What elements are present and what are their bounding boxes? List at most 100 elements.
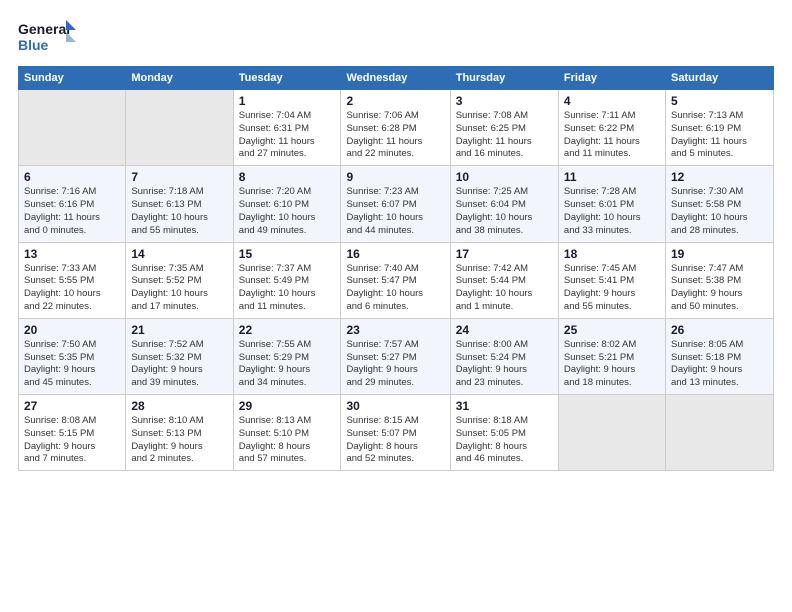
day-info: Sunrise: 7:11 AM Sunset: 6:22 PM Dayligh… — [564, 110, 660, 161]
day-number: 17 — [456, 247, 553, 261]
day-info: Sunrise: 8:00 AM Sunset: 5:24 PM Dayligh… — [456, 339, 553, 390]
day-number: 26 — [671, 323, 768, 337]
calendar-cell — [126, 90, 233, 166]
day-number: 21 — [131, 323, 227, 337]
weekday-header-row: SundayMondayTuesdayWednesdayThursdayFrid… — [19, 67, 774, 90]
calendar-cell: 22 Sunrise: 7:55 AM Sunset: 5:29 PM Dayli… — [233, 318, 341, 394]
calendar-cell: 21 Sunrise: 7:52 AM Sunset: 5:32 PM Dayli… — [126, 318, 233, 394]
calendar-cell: 19 Sunrise: 7:47 AM Sunset: 5:38 PM Dayli… — [665, 242, 773, 318]
day-number: 28 — [131, 399, 227, 413]
calendar-cell: 18Sunrise: 7:45 AM Sunset: 5:41 PM Dayli… — [558, 242, 665, 318]
weekday-header-thursday: Thursday — [450, 67, 558, 90]
calendar-cell — [558, 395, 665, 471]
svg-text:General: General — [18, 21, 70, 37]
day-number: 31 — [456, 399, 553, 413]
calendar-cell: 28Sunrise: 8:10 AM Sunset: 5:13 PM Dayli… — [126, 395, 233, 471]
day-info: Sunrise: 8:18 AM Sunset: 5:05 PM Dayligh… — [456, 415, 553, 466]
day-number: 10 — [456, 170, 553, 184]
day-number: 15 — [239, 247, 336, 261]
day-info: Sunrise: 7:08 AM Sunset: 6:25 PM Dayligh… — [456, 110, 553, 161]
day-number: 27 — [24, 399, 120, 413]
calendar-cell: 27Sunrise: 8:08 AM Sunset: 5:15 PM Dayli… — [19, 395, 126, 471]
calendar-page: General Blue SundayMondayTuesdayWednesda… — [0, 0, 792, 612]
day-info: Sunrise: 7:33 AM Sunset: 5:55 PM Dayligh… — [24, 263, 120, 314]
day-number: 29 — [239, 399, 336, 413]
day-number: 9 — [346, 170, 444, 184]
calendar-cell: 31 Sunrise: 8:18 AM Sunset: 5:05 PM Dayli… — [450, 395, 558, 471]
header: General Blue — [18, 18, 774, 56]
day-info: Sunrise: 7:55 AM Sunset: 5:29 PM Dayligh… — [239, 339, 336, 390]
day-number: 23 — [346, 323, 444, 337]
week-row-3: 13 Sunrise: 7:33 AM Sunset: 5:55 PM Dayli… — [19, 242, 774, 318]
calendar-cell — [665, 395, 773, 471]
day-info: Sunrise: 8:02 AM Sunset: 5:21 PM Dayligh… — [564, 339, 660, 390]
day-number: 2 — [346, 94, 444, 108]
logo-svg: General Blue — [18, 18, 78, 56]
day-info: Sunrise: 7:52 AM Sunset: 5:32 PM Dayligh… — [131, 339, 227, 390]
day-number: 30 — [346, 399, 444, 413]
day-info: Sunrise: 7:04 AM Sunset: 6:31 PM Dayligh… — [239, 110, 336, 161]
day-number: 3 — [456, 94, 553, 108]
weekday-header-wednesday: Wednesday — [341, 67, 450, 90]
calendar-cell: 2 Sunrise: 7:06 AM Sunset: 6:28 PM Daylig… — [341, 90, 450, 166]
logo: General Blue — [18, 18, 78, 56]
day-number: 16 — [346, 247, 444, 261]
day-info: Sunrise: 7:30 AM Sunset: 5:58 PM Dayligh… — [671, 186, 768, 237]
day-number: 8 — [239, 170, 336, 184]
day-number: 13 — [24, 247, 120, 261]
day-number: 7 — [131, 170, 227, 184]
day-number: 11 — [564, 170, 660, 184]
calendar-cell: 11 Sunrise: 7:28 AM Sunset: 6:01 PM Dayli… — [558, 166, 665, 242]
day-info: Sunrise: 7:47 AM Sunset: 5:38 PM Dayligh… — [671, 263, 768, 314]
day-number: 12 — [671, 170, 768, 184]
day-info: Sunrise: 8:13 AM Sunset: 5:10 PM Dayligh… — [239, 415, 336, 466]
day-info: Sunrise: 7:13 AM Sunset: 6:19 PM Dayligh… — [671, 110, 768, 161]
week-row-4: 20Sunrise: 7:50 AM Sunset: 5:35 PM Dayli… — [19, 318, 774, 394]
calendar-cell: 5 Sunrise: 7:13 AM Sunset: 6:19 PM Daylig… — [665, 90, 773, 166]
svg-text:Blue: Blue — [18, 37, 49, 53]
day-number: 1 — [239, 94, 336, 108]
calendar-cell: 24Sunrise: 8:00 AM Sunset: 5:24 PM Dayli… — [450, 318, 558, 394]
day-info: Sunrise: 8:15 AM Sunset: 5:07 PM Dayligh… — [346, 415, 444, 466]
day-number: 22 — [239, 323, 336, 337]
day-info: Sunrise: 7:20 AM Sunset: 6:10 PM Dayligh… — [239, 186, 336, 237]
day-info: Sunrise: 7:18 AM Sunset: 6:13 PM Dayligh… — [131, 186, 227, 237]
day-number: 20 — [24, 323, 120, 337]
calendar-cell: 10 Sunrise: 7:25 AM Sunset: 6:04 PM Dayli… — [450, 166, 558, 242]
calendar-cell: 16 Sunrise: 7:40 AM Sunset: 5:47 PM Dayli… — [341, 242, 450, 318]
day-info: Sunrise: 7:28 AM Sunset: 6:01 PM Dayligh… — [564, 186, 660, 237]
day-number: 19 — [671, 247, 768, 261]
weekday-header-tuesday: Tuesday — [233, 67, 341, 90]
calendar-cell: 8 Sunrise: 7:20 AM Sunset: 6:10 PM Daylig… — [233, 166, 341, 242]
day-info: Sunrise: 7:16 AM Sunset: 6:16 PM Dayligh… — [24, 186, 120, 237]
day-info: Sunrise: 7:06 AM Sunset: 6:28 PM Dayligh… — [346, 110, 444, 161]
calendar-cell: 25 Sunrise: 8:02 AM Sunset: 5:21 PM Dayli… — [558, 318, 665, 394]
calendar-cell: 1 Sunrise: 7:04 AM Sunset: 6:31 PM Daylig… — [233, 90, 341, 166]
day-info: Sunrise: 8:05 AM Sunset: 5:18 PM Dayligh… — [671, 339, 768, 390]
calendar-cell: 17 Sunrise: 7:42 AM Sunset: 5:44 PM Dayli… — [450, 242, 558, 318]
day-info: Sunrise: 7:40 AM Sunset: 5:47 PM Dayligh… — [346, 263, 444, 314]
weekday-header-monday: Monday — [126, 67, 233, 90]
day-number: 4 — [564, 94, 660, 108]
weekday-header-friday: Friday — [558, 67, 665, 90]
day-number: 5 — [671, 94, 768, 108]
calendar-cell: 15 Sunrise: 7:37 AM Sunset: 5:49 PM Dayli… — [233, 242, 341, 318]
weekday-header-sunday: Sunday — [19, 67, 126, 90]
day-info: Sunrise: 7:37 AM Sunset: 5:49 PM Dayligh… — [239, 263, 336, 314]
calendar-cell: 23 Sunrise: 7:57 AM Sunset: 5:27 PM Dayli… — [341, 318, 450, 394]
calendar-table: SundayMondayTuesdayWednesdayThursdayFrid… — [18, 66, 774, 471]
weekday-header-saturday: Saturday — [665, 67, 773, 90]
calendar-cell: 20Sunrise: 7:50 AM Sunset: 5:35 PM Dayli… — [19, 318, 126, 394]
day-info: Sunrise: 7:23 AM Sunset: 6:07 PM Dayligh… — [346, 186, 444, 237]
calendar-cell: 26 Sunrise: 8:05 AM Sunset: 5:18 PM Dayli… — [665, 318, 773, 394]
calendar-cell: 3 Sunrise: 7:08 AM Sunset: 6:25 PM Daylig… — [450, 90, 558, 166]
calendar-cell: 30 Sunrise: 8:15 AM Sunset: 5:07 PM Dayli… — [341, 395, 450, 471]
week-row-1: 1 Sunrise: 7:04 AM Sunset: 6:31 PM Daylig… — [19, 90, 774, 166]
day-info: Sunrise: 7:42 AM Sunset: 5:44 PM Dayligh… — [456, 263, 553, 314]
calendar-cell: 7 Sunrise: 7:18 AM Sunset: 6:13 PM Daylig… — [126, 166, 233, 242]
day-number: 25 — [564, 323, 660, 337]
calendar-cell: 9 Sunrise: 7:23 AM Sunset: 6:07 PM Daylig… — [341, 166, 450, 242]
calendar-cell: 13 Sunrise: 7:33 AM Sunset: 5:55 PM Dayli… — [19, 242, 126, 318]
day-info: Sunrise: 7:57 AM Sunset: 5:27 PM Dayligh… — [346, 339, 444, 390]
day-info: Sunrise: 7:25 AM Sunset: 6:04 PM Dayligh… — [456, 186, 553, 237]
